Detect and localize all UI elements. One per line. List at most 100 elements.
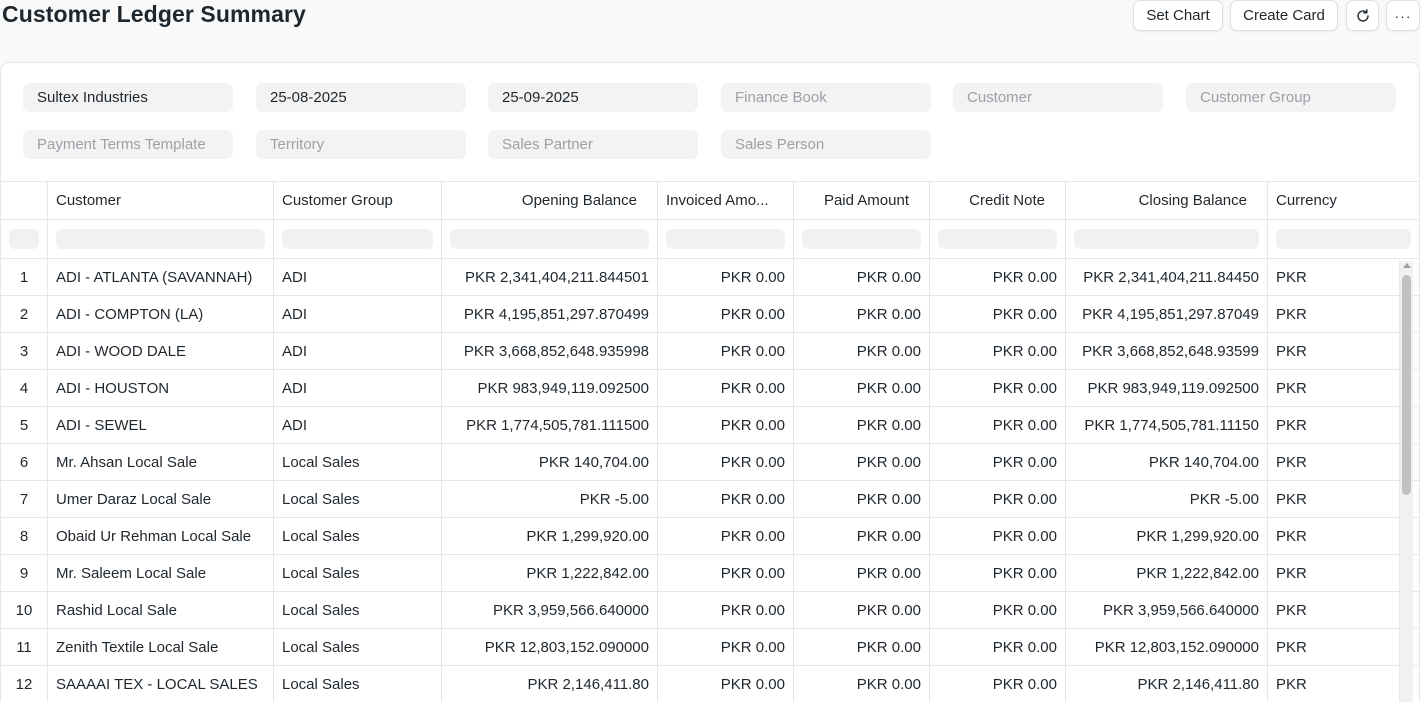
header-paid-amount[interactable]: Paid Amount — [794, 182, 930, 219]
customer-cell[interactable]: ADI - COMPTON (LA) — [48, 296, 274, 332]
finance-book-filter[interactable]: Finance Book — [721, 83, 931, 112]
row-number[interactable]: 7 — [1, 481, 48, 517]
currency-cell[interactable]: PKR — [1268, 333, 1399, 369]
customer-group-filter[interactable]: Customer Group — [1186, 83, 1396, 112]
invoiced-amount-cell[interactable]: PKR 0.00 — [658, 592, 794, 628]
opening-balance-cell[interactable]: PKR 4,195,851,297.870499 — [442, 296, 658, 332]
credit-note-column-filter-input[interactable] — [938, 229, 1057, 249]
closing-balance-cell[interactable]: PKR 4,195,851,297.87049 — [1066, 296, 1268, 332]
table-row[interactable]: 12 SAAAAI TEX - LOCAL SALES Local Sales PKR… — [1, 666, 1419, 702]
credit-note-cell[interactable]: PKR 0.00 — [930, 555, 1066, 591]
customer-group-cell[interactable]: ADI — [274, 296, 442, 332]
to-date-filter[interactable]: 25-09-2025 — [488, 83, 698, 112]
paid-amount-cell[interactable]: PKR 0.00 — [794, 592, 930, 628]
row-number[interactable]: 6 — [1, 444, 48, 480]
customer-group-cell[interactable]: Local Sales — [274, 555, 442, 591]
table-row[interactable]: 3 ADI - WOOD DALE ADI PKR 3,668,852,648.935… — [1, 333, 1419, 370]
table-scrollbar[interactable] — [1399, 261, 1413, 702]
customer-cell[interactable]: Zenith Textile Local Sale — [48, 629, 274, 665]
customer-group-cell[interactable]: Local Sales — [274, 481, 442, 517]
credit-note-cell[interactable]: PKR 0.00 — [930, 666, 1066, 702]
sales-partner-filter[interactable]: Sales Partner — [488, 130, 698, 159]
customer-cell[interactable]: Mr. Ahsan Local Sale — [48, 444, 274, 480]
currency-cell[interactable]: PKR — [1268, 370, 1399, 406]
credit-note-cell[interactable]: PKR 0.00 — [930, 370, 1066, 406]
header-credit-note[interactable]: Credit Note — [930, 182, 1066, 219]
paid-amount-cell[interactable]: PKR 0.00 — [794, 555, 930, 591]
header-closing-balance[interactable]: Closing Balance — [1066, 182, 1268, 219]
invoiced-amount-cell[interactable]: PKR 0.00 — [658, 444, 794, 480]
customer-group-cell[interactable]: Local Sales — [274, 518, 442, 554]
customer-cell[interactable]: Obaid Ur Rehman Local Sale — [48, 518, 274, 554]
currency-cell[interactable]: PKR — [1268, 296, 1399, 332]
closing-balance-cell[interactable]: PKR 1,774,505,781.11150 — [1066, 407, 1268, 443]
customer-group-cell[interactable]: ADI — [274, 259, 442, 295]
currency-cell[interactable]: PKR — [1268, 666, 1399, 702]
opening-balance-cell[interactable]: PKR 140,704.00 — [442, 444, 658, 480]
customer-cell[interactable]: ADI - HOUSTON — [48, 370, 274, 406]
customer-group-cell[interactable]: Local Sales — [274, 666, 442, 702]
customer-cell[interactable]: Umer Daraz Local Sale — [48, 481, 274, 517]
invoiced-amount-cell[interactable]: PKR 0.00 — [658, 370, 794, 406]
invoiced-amount-column-filter-input[interactable] — [666, 229, 785, 249]
closing-balance-cell[interactable]: PKR 1,299,920.00 — [1066, 518, 1268, 554]
credit-note-cell[interactable]: PKR 0.00 — [930, 518, 1066, 554]
customer-column-filter-input[interactable] — [56, 229, 265, 249]
customer-cell[interactable]: ADI - ATLANTA (SAVANNAH) — [48, 259, 274, 295]
opening-balance-cell[interactable]: PKR 983,949,119.092500 — [442, 370, 658, 406]
closing-balance-column-filter-input[interactable] — [1074, 229, 1259, 249]
customer-cell[interactable]: Mr. Saleem Local Sale — [48, 555, 274, 591]
customer-group-cell[interactable]: Local Sales — [274, 592, 442, 628]
credit-note-cell[interactable]: PKR 0.00 — [930, 592, 1066, 628]
credit-note-cell[interactable]: PKR 0.00 — [930, 444, 1066, 480]
customer-cell[interactable]: SAAAAI TEX - LOCAL SALES — [48, 666, 274, 702]
closing-balance-cell[interactable]: PKR 2,341,404,211.84450 — [1066, 259, 1268, 295]
currency-cell[interactable]: PKR — [1268, 555, 1399, 591]
currency-cell[interactable]: PKR — [1268, 444, 1399, 480]
from-date-filter[interactable]: 25-08-2025 — [256, 83, 466, 112]
paid-amount-column-filter-input[interactable] — [802, 229, 921, 249]
closing-balance-cell[interactable]: PKR 3,959,566.640000 — [1066, 592, 1268, 628]
credit-note-cell[interactable]: PKR 0.00 — [930, 259, 1066, 295]
territory-filter[interactable]: Territory — [256, 130, 466, 159]
opening-balance-cell[interactable]: PKR 2,341,404,211.844501 — [442, 259, 658, 295]
credit-note-cell[interactable]: PKR 0.00 — [930, 333, 1066, 369]
customer-group-cell[interactable]: ADI — [274, 333, 442, 369]
invoiced-amount-cell[interactable]: PKR 0.00 — [658, 666, 794, 702]
paid-amount-cell[interactable]: PKR 0.00 — [794, 296, 930, 332]
paid-amount-cell[interactable]: PKR 0.00 — [794, 259, 930, 295]
credit-note-cell[interactable]: PKR 0.00 — [930, 481, 1066, 517]
row-number[interactable]: 11 — [1, 629, 48, 665]
customer-cell[interactable]: ADI - SEWEL — [48, 407, 274, 443]
row-number[interactable]: 2 — [1, 296, 48, 332]
credit-note-cell[interactable]: PKR 0.00 — [930, 629, 1066, 665]
currency-cell[interactable]: PKR — [1268, 259, 1399, 295]
closing-balance-cell[interactable]: PKR 1,222,842.00 — [1066, 555, 1268, 591]
customer-cell[interactable]: ADI - WOOD DALE — [48, 333, 274, 369]
paid-amount-cell[interactable]: PKR 0.00 — [794, 444, 930, 480]
table-row[interactable]: 11 Zenith Textile Local Sale Local Sales PK… — [1, 629, 1419, 666]
opening-balance-cell[interactable]: PKR -5.00 — [442, 481, 658, 517]
customer-cell[interactable]: Rashid Local Sale — [48, 592, 274, 628]
opening-balance-cell[interactable]: PKR 12,803,152.090000 — [442, 629, 658, 665]
paid-amount-cell[interactable]: PKR 0.00 — [794, 666, 930, 702]
refresh-button[interactable] — [1346, 0, 1379, 31]
row-number[interactable]: 9 — [1, 555, 48, 591]
table-row[interactable]: 5 ADI - SEWEL ADI PKR 1,774,505,781.111500 P… — [1, 407, 1419, 444]
closing-balance-cell[interactable]: PKR 140,704.00 — [1066, 444, 1268, 480]
currency-column-filter-input[interactable] — [1276, 229, 1411, 249]
opening-balance-cell[interactable]: PKR 3,668,852,648.935998 — [442, 333, 658, 369]
invoiced-amount-cell[interactable]: PKR 0.00 — [658, 555, 794, 591]
opening-balance-cell[interactable]: PKR 1,299,920.00 — [442, 518, 658, 554]
table-row[interactable]: 2 ADI - COMPTON (LA) ADI PKR 4,195,851,297.… — [1, 296, 1419, 333]
closing-balance-cell[interactable]: PKR 12,803,152.090000 — [1066, 629, 1268, 665]
opening-balance-column-filter-input[interactable] — [450, 229, 649, 249]
paid-amount-cell[interactable]: PKR 0.00 — [794, 481, 930, 517]
company-filter[interactable]: Sultex Industries — [23, 83, 233, 112]
invoiced-amount-cell[interactable]: PKR 0.00 — [658, 518, 794, 554]
table-row[interactable]: 9 Mr. Saleem Local Sale Local Sales PKR 1,2… — [1, 555, 1419, 592]
table-row[interactable]: 6 Mr. Ahsan Local Sale Local Sales PKR 140,… — [1, 444, 1419, 481]
currency-cell[interactable]: PKR — [1268, 629, 1399, 665]
header-customer[interactable]: Customer — [48, 182, 274, 219]
payment-terms-template-filter[interactable]: Payment Terms Template — [23, 130, 233, 159]
